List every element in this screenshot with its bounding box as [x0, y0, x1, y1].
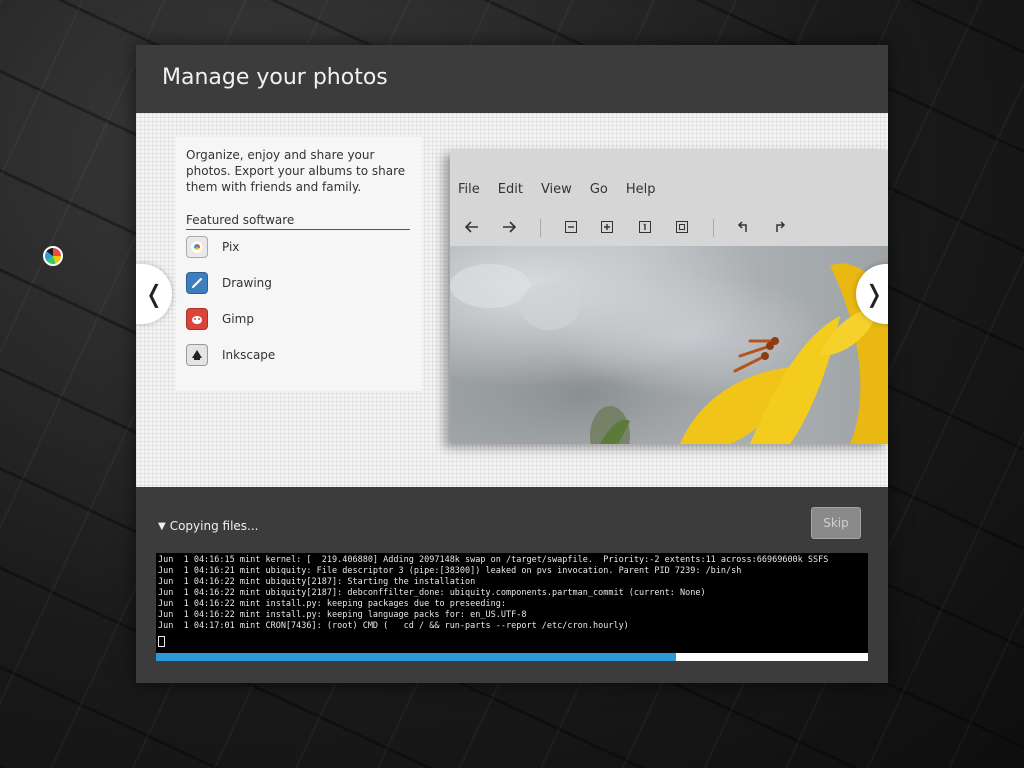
install-status[interactable]: ▼ Copying files... — [158, 519, 258, 533]
menu-view: View — [540, 182, 572, 197]
previous-slide-button[interactable]: ❬ — [136, 264, 172, 324]
pix-icon — [186, 236, 208, 258]
software-item-gimp: Gimp — [186, 307, 254, 331]
menu-edit: Edit — [497, 182, 523, 197]
title-bar: Manage your photos — [136, 45, 888, 113]
gimp-icon — [186, 308, 208, 330]
log-line: Jun 1 04:17:01 mint CRON[7436]: (root) C… — [158, 621, 629, 631]
menu-go: Go — [589, 182, 608, 197]
toolbar-separator — [713, 219, 714, 237]
featured-software-heading: Featured software — [186, 213, 410, 230]
flower-photo — [450, 246, 888, 444]
forward-arrow-icon — [498, 216, 520, 238]
installer-window: Manage your photos Organize, enjoy and s… — [136, 45, 888, 683]
zoom-in-icon — [596, 216, 618, 238]
progress-bar-fill — [156, 653, 676, 661]
chevron-left-icon: ❬ — [143, 280, 165, 308]
log-line: Jun 1 04:16:22 mint install.py: keeping … — [158, 610, 527, 620]
software-label: Gimp — [222, 312, 254, 326]
back-arrow-icon — [461, 216, 483, 238]
status-text: Copying files... — [169, 519, 259, 533]
screenshot-menubar: File Edit View Go Help — [458, 182, 673, 197]
linux-mint-tray-icon[interactable] — [43, 246, 63, 266]
zoom-fit-icon — [671, 216, 693, 238]
chevron-right-icon: ❭ — [863, 280, 885, 308]
rotate-left-icon — [732, 216, 754, 238]
skip-button[interactable]: Skip — [811, 507, 861, 539]
log-line: Jun 1 04:16:15 mint kernel: [ 219.406880… — [158, 555, 829, 565]
log-line: Jun 1 04:16:21 mint ubiquity: File descr… — [158, 566, 742, 576]
info-panel: Organize, enjoy and share your photos. E… — [176, 137, 422, 391]
menu-file: File — [458, 182, 480, 197]
software-item-drawing: Drawing — [186, 271, 272, 295]
install-log[interactable]: Jun 1 04:16:15 mint kernel: [ 219.406880… — [156, 553, 868, 653]
software-label: Pix — [222, 240, 240, 254]
drawing-icon — [186, 272, 208, 294]
progress-bar — [156, 653, 868, 661]
slide-description: Organize, enjoy and share your photos. E… — [186, 148, 406, 194]
software-label: Inkscape — [222, 348, 276, 362]
software-item-inkscape: Inkscape — [186, 343, 275, 367]
inkscape-icon — [186, 344, 208, 366]
toolbar-separator — [540, 219, 541, 237]
zoom-out-icon — [560, 216, 582, 238]
screenshot-toolbar — [458, 212, 888, 242]
install-progress-area: ▼ Copying files... Skip Jun 1 04:16:15 m… — [136, 487, 888, 683]
log-line: Jun 1 04:16:22 mint ubiquity[2187]: Star… — [158, 577, 476, 587]
software-label: Drawing — [222, 276, 272, 290]
log-line: Jun 1 04:16:22 mint ubiquity[2187]: debc… — [158, 588, 706, 598]
slideshow: Organize, enjoy and share your photos. E… — [136, 113, 888, 487]
terminal-cursor — [158, 636, 165, 647]
rotate-right-icon — [769, 216, 791, 238]
slide-title: Manage your photos — [162, 65, 388, 90]
menu-help: Help — [625, 182, 656, 197]
software-item-pix: Pix — [186, 235, 239, 259]
zoom-normal-icon — [634, 216, 656, 238]
expander-triangle-icon: ▼ — [158, 520, 166, 532]
app-screenshot: File Edit View Go Help — [450, 150, 888, 444]
log-line: Jun 1 04:16:22 mint install.py: keeping … — [158, 599, 506, 609]
